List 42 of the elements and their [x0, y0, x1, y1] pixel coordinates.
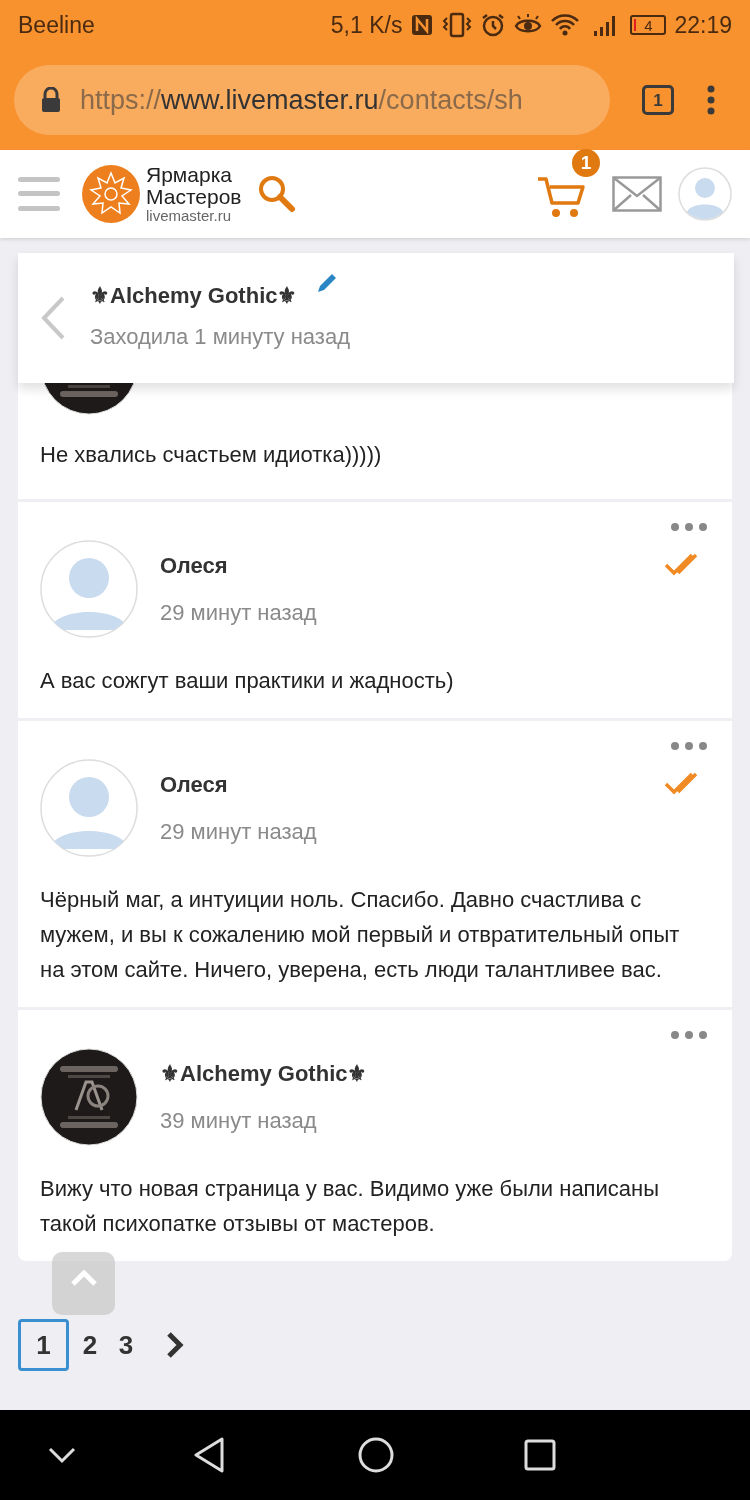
contact-name: ⚜Alchemy Gothic⚜	[90, 282, 298, 310]
hide-keyboard-icon[interactable]	[47, 1446, 77, 1464]
vibrate-icon	[442, 12, 473, 38]
carrier-name: Beeline	[18, 10, 95, 40]
logo-text: Мастеров	[146, 186, 242, 209]
back-icon[interactable]	[192, 1437, 226, 1473]
more-icon[interactable]	[670, 1030, 708, 1040]
author-name[interactable]: Олеся	[160, 768, 317, 801]
next-page-icon[interactable]	[165, 1331, 185, 1359]
comment-time: 29 минут назад	[160, 818, 317, 846]
comment-text: Вижу что новая страница у вас. Видимо уже были написаны такой психопатке отзывы от мастеров.	[40, 1175, 661, 1238]
url-field[interactable]: https://www.livemaster.ru/contacts/sh	[14, 65, 610, 135]
comment-time: 29 минут назад	[160, 599, 317, 627]
logo-domain: livemaster.ru	[146, 208, 232, 224]
comment-text: Чёрный маг, а интуиции ноль. Спасибо. Давно счастлива с мужем, и вы к сожалению мой первый и отвратительный опыт на этом сайте. Ничего, уверена, есть люди талантливее вас.	[40, 886, 681, 984]
tab-count-button[interactable]: 1	[642, 85, 674, 115]
page-link[interactable]: 2	[75, 1319, 105, 1371]
cart-count-badge: 1	[572, 149, 600, 177]
page-link[interactable]: 1	[18, 1319, 69, 1371]
nfc-icon	[410, 13, 435, 37]
page-link[interactable]: 3	[111, 1319, 141, 1371]
battery-indicator: 4	[630, 15, 667, 35]
comment-text: А вас сожгут ваши практики и жадность)	[40, 667, 455, 695]
mail-icon[interactable]	[612, 176, 662, 212]
home-icon[interactable]	[358, 1437, 394, 1473]
wifi-icon	[550, 13, 581, 37]
lock-icon	[40, 87, 62, 113]
comment-time: 39 минут назад	[160, 1107, 318, 1135]
network-speed: 5,1 K/s	[330, 10, 403, 40]
search-icon[interactable]	[257, 174, 298, 214]
more-icon[interactable]	[670, 522, 708, 532]
logo-icon[interactable]	[82, 165, 140, 223]
more-icon[interactable]	[670, 741, 708, 751]
author-name[interactable]: Олеся	[160, 549, 317, 582]
logo-text: Ярмарка	[146, 164, 233, 187]
last-seen-text: Заходила 1 минуту назад	[90, 323, 350, 351]
comment-text: Не хвались счастьем идиотка)))))	[40, 441, 383, 469]
author-name[interactable]: ⚜Alchemy Gothic⚜	[160, 1057, 368, 1090]
caret-up-icon	[69, 1270, 98, 1286]
more-icon[interactable]	[706, 84, 716, 116]
clock-time: 22:19	[674, 10, 732, 40]
recent-apps-icon[interactable]	[524, 1439, 556, 1471]
